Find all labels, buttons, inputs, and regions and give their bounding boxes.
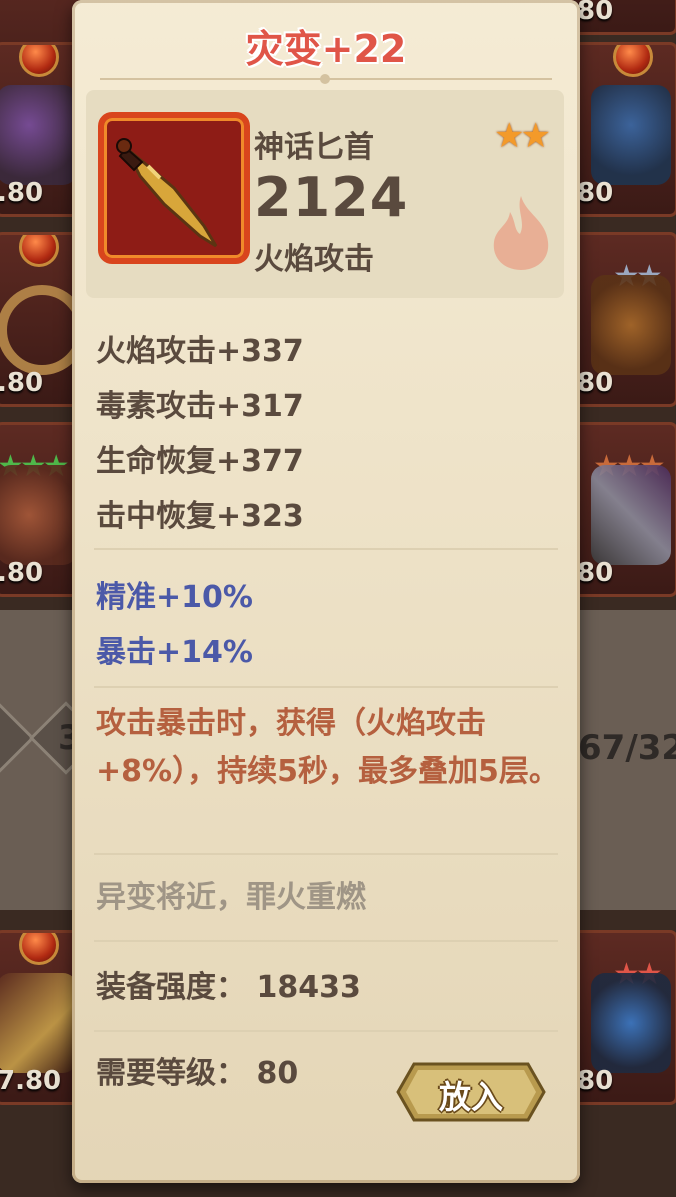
dagger-icon	[98, 112, 250, 264]
item-name: 神话匕首	[254, 130, 374, 165]
place-button-label: 放入	[438, 1078, 503, 1116]
slot-level: .80	[0, 178, 44, 208]
amulet-icon	[591, 973, 671, 1073]
slot-level: 80	[577, 178, 614, 208]
required-level: 需要等级： 80	[96, 1056, 299, 1091]
boots-icon	[0, 465, 77, 565]
slot-level: 80	[577, 368, 614, 398]
slot-level: 80	[577, 558, 614, 588]
divider	[94, 940, 558, 942]
slot-level: 80	[577, 1066, 614, 1096]
slot-level: .80	[0, 368, 44, 398]
stat-poison-attack: 毒素攻击+317	[96, 389, 304, 424]
star-icon: ★★	[494, 116, 551, 156]
inventory-slot[interactable]: ★★★ 80	[570, 422, 676, 597]
item-main-attribute: 火焰攻击	[254, 242, 374, 277]
flame-icon	[493, 196, 549, 270]
stat-hit-recovery: 击中恢复+323	[96, 499, 304, 534]
slot-level: 80	[577, 0, 614, 26]
special-effect: 攻击暴击时，获得（火焰攻击+8%），持续5秒，最多叠加5层。	[96, 706, 559, 789]
slot-level: .80	[0, 558, 44, 588]
stat-accuracy: 精准+10%	[96, 580, 253, 615]
divider	[94, 853, 558, 855]
dagger-icon	[0, 973, 77, 1073]
stat-crit: 暴击+14%	[96, 635, 253, 670]
item-tooltip: 灾变+22 神话匕首 2124 火焰攻击 ★★ 火焰攻击+337 毒素攻击+31…	[72, 0, 580, 1183]
stat-fire-attack: 火焰攻击+337	[96, 334, 304, 369]
inventory-slot[interactable]: ★★ 80	[570, 930, 676, 1105]
place-button[interactable]: 放入	[396, 1060, 546, 1124]
item-power: 2124	[254, 166, 409, 229]
gem-icon	[19, 933, 59, 965]
item-title: 灾变+22	[245, 27, 407, 71]
stat-life-regen: 生命恢复+377	[96, 444, 304, 479]
glove-icon	[591, 275, 671, 375]
armor-icon	[0, 85, 77, 185]
inventory-right-column: 80 80 ★★ 80 ★★★ 80 ★★ 80	[566, 0, 676, 1197]
gem-icon	[19, 45, 59, 77]
flavor-text: 异变将近，罪火重燃	[96, 880, 366, 915]
sword-icon	[591, 465, 671, 565]
slot-level: 7.80	[0, 1066, 62, 1096]
inventory-slot[interactable]: ★★ 80	[570, 232, 676, 407]
inventory-slot[interactable]: 80	[570, 0, 676, 35]
divider	[94, 1030, 558, 1032]
item-header: 神话匕首 2124 火焰攻击 ★★	[86, 90, 564, 298]
inventory-slot[interactable]: 80	[570, 42, 676, 217]
boot-icon	[591, 85, 671, 185]
gem-icon	[613, 45, 653, 77]
divider	[94, 548, 558, 550]
gem-icon	[19, 235, 59, 267]
divider	[94, 686, 558, 688]
title-divider-ornament	[320, 74, 330, 84]
gear-strength: 装备强度： 18433	[96, 970, 361, 1005]
